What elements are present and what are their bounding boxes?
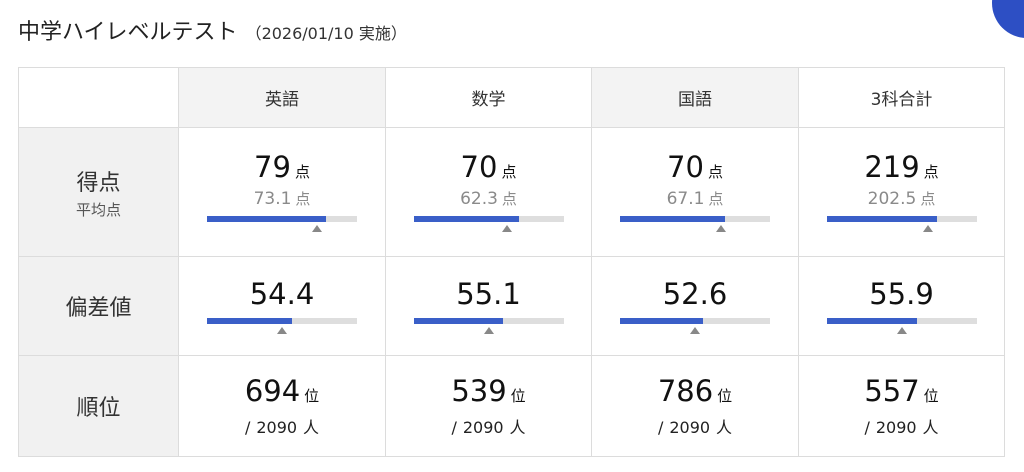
bar-fill [620, 216, 725, 222]
rank-row: 順位 694 位 /2090 人 539 位 /2090 人 786 位 /2090 人 [18, 355, 1005, 457]
slash: / [657, 418, 664, 437]
subject-header-row: 英語 数学 国語 3科合計 [18, 67, 1005, 128]
subject-header-total: 3科合計 [798, 67, 1005, 128]
deviation-value: 52.6 [662, 276, 728, 311]
point-unit: 点 [707, 163, 723, 181]
deviation-value: 55.9 [869, 276, 934, 311]
people-unit: 人 [922, 418, 939, 437]
bar-fill [207, 317, 292, 324]
exam-date: （2026/01/10 実施） [245, 24, 407, 43]
score-value: 70 [460, 150, 498, 184]
deviation-cell-total: 55.9 [798, 256, 1005, 356]
average-marker-icon [501, 225, 512, 232]
title-row: 中学ハイレベルテスト （2026/01/10 実施） [18, 14, 407, 46]
point-unit: 点 [501, 163, 517, 181]
score-label: 得点 [76, 170, 121, 196]
subject-header-english: 英語 [178, 67, 386, 128]
score-row: 得点 平均点 79 点 73.1 点 70 点 62.3 点 70 点 67.1… [18, 127, 1005, 257]
corner-accent-shape [992, 0, 1024, 38]
average-value: 67.1 [666, 189, 705, 209]
bar-fill [413, 216, 519, 222]
average-marker-icon [922, 225, 933, 232]
subject-header-japanese: 国語 [591, 67, 799, 128]
bar-fill [620, 317, 703, 324]
bar-fill [826, 317, 917, 324]
deviation-bar [413, 317, 564, 336]
score-value: 79 [254, 150, 291, 184]
header-corner-cell [18, 67, 179, 128]
bar-fill [826, 216, 937, 222]
score-cell-total: 219 点 202.5 点 [798, 127, 1005, 257]
score-table: 英語 数学 国語 3科合計 得点 平均点 79 点 73.1 点 70 点 62… [18, 67, 1005, 457]
total-examinees: 2090 [256, 418, 298, 437]
slash: / [864, 418, 870, 437]
page-title: 中学ハイレベルテスト [18, 20, 238, 45]
score-value: 70 [667, 150, 704, 184]
point-unit: 点 [708, 190, 724, 208]
deviation-row-label-cell: 偏差値 [18, 256, 179, 356]
deviation-value: 55.1 [456, 276, 521, 311]
average-marker-icon [690, 326, 700, 334]
average-marker-icon [277, 326, 287, 334]
rank-unit: 位 [304, 387, 320, 405]
average-marker-icon [312, 225, 322, 232]
rank-unit: 位 [923, 387, 939, 405]
deviation-row: 偏差値 54.4 55.1 52.6 55.9 [18, 256, 1005, 356]
average-value: 62.3 [460, 189, 498, 209]
average-value: 73.1 [253, 189, 292, 209]
slash: / [244, 418, 251, 437]
rank-unit: 位 [510, 387, 526, 405]
total-examinees: 2090 [875, 418, 917, 437]
bar-fill [413, 317, 503, 324]
point-unit: 点 [923, 163, 939, 181]
rank-cell-math: 539 位 / 2090 人 [385, 355, 592, 457]
total-examinees: 2090 [669, 418, 711, 437]
people-unit: 人 [509, 418, 526, 437]
average-marker-icon [896, 326, 907, 334]
rank-cell-english: 694 位 / 2090 人 [178, 355, 386, 457]
average-label: 平均点 [75, 200, 121, 219]
rank-value: 557 [864, 374, 920, 408]
rank-row-label-cell: 順位 [18, 355, 179, 457]
deviation-bar [207, 317, 357, 336]
score-row-label-cell: 得点 平均点 [18, 127, 179, 257]
rank-cell-japanese: 786 位 / 2090 人 [591, 355, 799, 457]
deviation-cell-japanese: 52.6 [591, 256, 799, 356]
deviation-cell-english: 54.4 [178, 256, 386, 356]
point-unit: 点 [294, 163, 310, 181]
score-value: 219 [864, 150, 920, 184]
people-unit: 人 [716, 418, 733, 437]
point-unit: 点 [295, 190, 311, 208]
score-cell-math: 70 点 62.3 点 [385, 127, 592, 257]
score-bar [207, 216, 357, 234]
average-marker-icon [483, 326, 494, 334]
rank-value: 694 [244, 374, 301, 408]
deviation-label: 偏差値 [65, 296, 132, 321]
page: 中学ハイレベルテスト （2026/01/10 実施） 英語 数学 国語 3科合計… [0, 0, 1024, 472]
rank-value: 539 [451, 374, 507, 408]
average-marker-icon [716, 225, 726, 232]
average-value: 202.5 [867, 189, 917, 209]
deviation-bar [620, 317, 770, 336]
point-unit: 点 [501, 190, 517, 208]
score-bar [413, 216, 564, 234]
bar-fill [207, 216, 326, 222]
deviation-cell-math: 55.1 [385, 256, 592, 356]
score-cell-english: 79 点 73.1 点 [178, 127, 386, 257]
score-bar [620, 216, 770, 234]
point-unit: 点 [920, 190, 936, 208]
subject-header-math: 数学 [385, 67, 592, 128]
score-bar [826, 216, 977, 234]
deviation-bar [826, 317, 977, 336]
slash: / [451, 418, 457, 437]
rank-label: 順位 [76, 396, 121, 421]
total-examinees: 2090 [462, 418, 504, 437]
people-unit: 人 [303, 418, 320, 437]
rank-unit: 位 [717, 387, 733, 405]
score-cell-japanese: 70 点 67.1 点 [591, 127, 799, 257]
deviation-value: 54.4 [249, 276, 315, 311]
rank-cell-total: 557 位 / 2090 人 [798, 355, 1005, 457]
rank-value: 786 [657, 374, 714, 408]
